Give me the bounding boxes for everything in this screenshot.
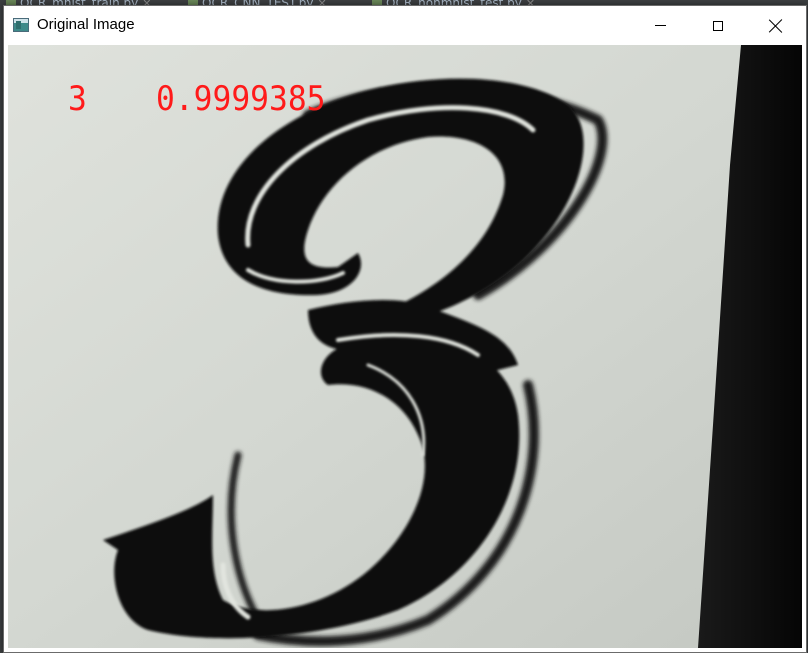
minimize-button[interactable] — [631, 6, 689, 45]
image-window: Original Image 3 0.9999385 — [3, 5, 807, 653]
maximize-icon — [713, 20, 723, 31]
prediction-confidence: 0.9999385 — [156, 79, 326, 119]
predicted-digit: 3 — [68, 79, 87, 119]
minimize-icon — [654, 25, 666, 26]
window-image-icon — [13, 18, 29, 32]
maximize-button[interactable] — [689, 6, 747, 45]
close-button[interactable] — [747, 6, 805, 45]
camera-image: 3 0.9999385 — [8, 45, 802, 648]
close-icon — [769, 19, 783, 33]
window-title: Original Image — [37, 16, 135, 33]
digit-photo — [8, 45, 802, 648]
window-titlebar[interactable]: Original Image — [4, 6, 806, 45]
